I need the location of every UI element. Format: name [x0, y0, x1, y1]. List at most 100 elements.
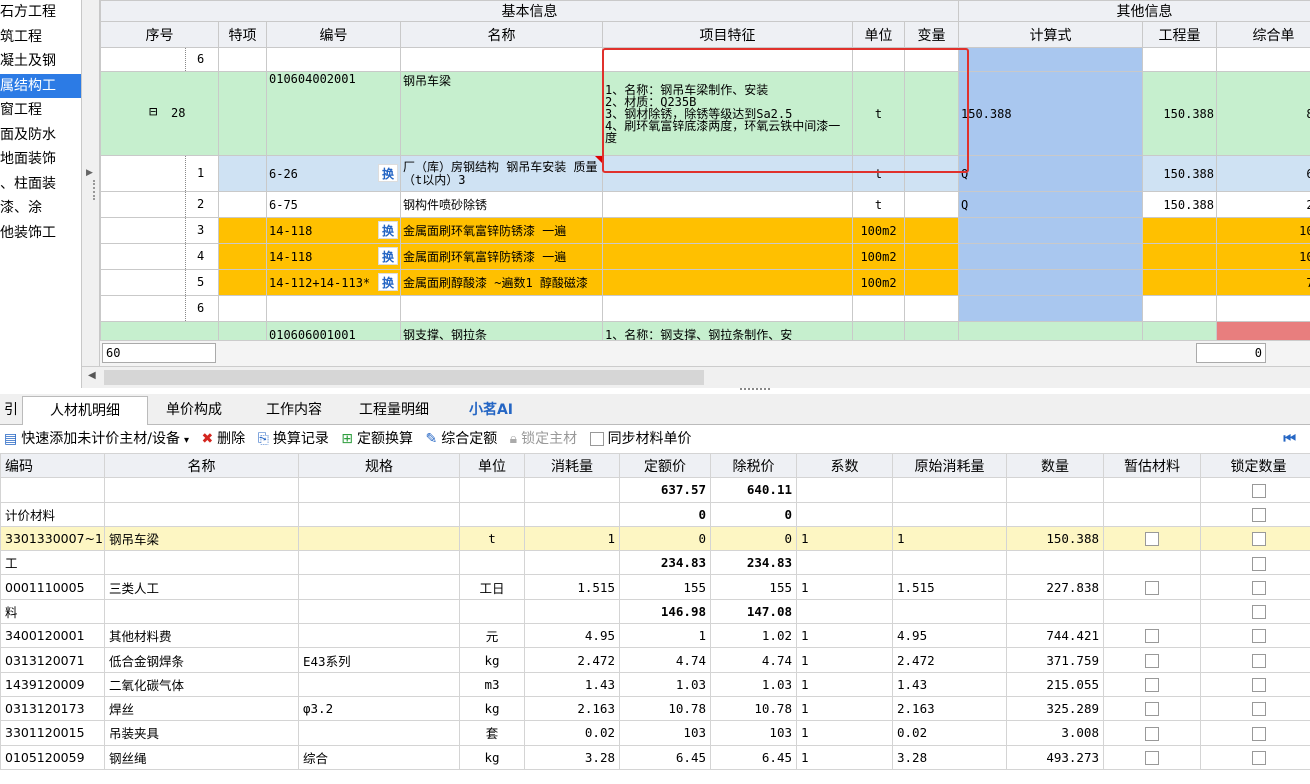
footer-count-input[interactable]: 60: [102, 343, 216, 363]
scroll-left-icon[interactable]: ◀: [88, 370, 96, 381]
resource-consume-cell[interactable]: 1.43: [524, 671, 620, 697]
tree-item[interactable]: 、柱面装: [0, 172, 81, 197]
resource-name-cell[interactable]: 钢吊车梁: [104, 525, 299, 552]
resource-quota-cell[interactable]: 146.98: [619, 598, 711, 625]
resource-qty-cell[interactable]: 215.055: [1006, 671, 1104, 697]
variable-cell[interactable]: [904, 243, 959, 270]
resource-consume-cell[interactable]: 3.28: [524, 744, 620, 770]
variable-cell[interactable]: [904, 155, 959, 192]
resource-quota-cell[interactable]: 637.57: [619, 477, 711, 503]
lock-qty-checkbox[interactable]: [1251, 750, 1266, 765]
seq-cell[interactable]: 3: [100, 217, 219, 244]
resource-quota-cell[interactable]: 0: [619, 525, 711, 552]
resource-notax-cell[interactable]: 4.74: [710, 647, 797, 673]
estimate-checkbox[interactable]: [1145, 653, 1159, 668]
resource-code-cell[interactable]: [0, 477, 105, 503]
delete-button[interactable]: 删除: [217, 431, 245, 447]
resource-quota-cell[interactable]: 1: [619, 623, 711, 649]
resource-coef-cell[interactable]: 1: [796, 574, 893, 600]
tree-item[interactable]: 他装饰工: [0, 221, 81, 246]
resource-coef-cell[interactable]: [796, 501, 893, 527]
resource-name-cell[interactable]: 二氧化碳气体: [104, 671, 299, 697]
seq-cell[interactable]: 6: [100, 295, 219, 322]
unit-cell[interactable]: 100m2: [852, 217, 905, 244]
resource-unit-cell[interactable]: 工日: [459, 574, 525, 600]
splitter-gutter[interactable]: ▶: [82, 0, 100, 388]
lock-qty-checkbox[interactable]: [1251, 605, 1266, 620]
resource-coef-cell[interactable]: 1: [796, 744, 893, 770]
resource-unit-cell[interactable]: [459, 501, 525, 527]
unit-cell[interactable]: t: [852, 155, 905, 192]
bill-row[interactable]: 4 14-118 换金属面刷环氧富锌防锈漆 一遍 100m2 1054: [100, 243, 1310, 270]
resource-unit-cell[interactable]: 元: [459, 623, 525, 649]
resource-name-cell[interactable]: 三类人工: [104, 574, 299, 600]
resource-orig-cell[interactable]: [892, 477, 1007, 503]
unit-price-cell[interactable]: 720: [1215, 269, 1310, 296]
lock-qty-checkbox[interactable]: [1251, 483, 1266, 498]
name-cell[interactable]: 钢构件喷砂除锈: [400, 191, 603, 218]
name-cell[interactable]: 金属面刷环氧富锌防锈漆 一遍: [400, 243, 603, 270]
lock-qty-checkbox[interactable]: [1251, 726, 1266, 741]
resource-code-cell[interactable]: 0105120059: [0, 744, 105, 770]
resource-col-header[interactable]: 原始消耗量: [892, 453, 1007, 479]
name-cell[interactable]: [400, 295, 603, 322]
resource-coef-cell[interactable]: 1: [796, 695, 893, 722]
resource-consume-cell[interactable]: 4.95: [524, 623, 620, 649]
resource-code-cell[interactable]: 3400120001: [0, 623, 105, 649]
resource-code-cell[interactable]: 0313120173: [0, 695, 105, 722]
resource-name-cell[interactable]: [104, 550, 299, 576]
resource-code-cell[interactable]: 3301120015: [0, 720, 105, 746]
resource-qty-cell[interactable]: [1006, 477, 1104, 503]
special-cell[interactable]: [218, 71, 267, 156]
resource-notax-cell[interactable]: 155: [710, 574, 797, 600]
resource-code-cell[interactable]: 1439120009: [0, 671, 105, 697]
resource-name-cell[interactable]: [104, 501, 299, 527]
resource-quota-cell[interactable]: 103: [619, 720, 711, 746]
quantity-cell[interactable]: [1142, 295, 1217, 322]
resource-unit-cell[interactable]: kg: [459, 647, 525, 673]
resource-quota-cell[interactable]: 6.45: [619, 744, 711, 770]
bill-row[interactable]: 3 14-118 换金属面刷环氧富锌防锈漆 一遍 100m2 1054: [100, 217, 1310, 244]
code-cell[interactable]: 14-112+14-113* 换: [266, 269, 401, 296]
resource-col-header[interactable]: 单位: [459, 453, 525, 479]
formula-cell[interactable]: [958, 243, 1143, 270]
feature-cell[interactable]: [602, 243, 853, 270]
resource-coef-cell[interactable]: [796, 550, 893, 576]
lock-main-button[interactable]: 锁定主材: [521, 431, 577, 447]
name-cell[interactable]: [400, 47, 603, 72]
resource-qty-cell[interactable]: [1006, 598, 1104, 625]
footer-qty-input[interactable]: 0: [1196, 343, 1266, 363]
unit-price-cell[interactable]: 640: [1215, 155, 1310, 192]
resource-notax-cell[interactable]: 640.11: [710, 477, 797, 503]
variable-cell[interactable]: [904, 47, 959, 72]
resource-spec-cell[interactable]: [298, 525, 460, 552]
tree-item[interactable]: 漆、涂: [0, 196, 81, 221]
quantity-cell[interactable]: [1142, 243, 1217, 270]
convert-record-button[interactable]: 换算记录: [273, 431, 329, 447]
resource-qty-cell[interactable]: 150.388: [1006, 525, 1104, 552]
tree-item[interactable]: 面及防水: [0, 123, 81, 148]
tree-item[interactable]: 属结构工: [0, 73, 81, 98]
resource-coef-cell[interactable]: [796, 477, 893, 503]
bill-row[interactable]: 2 6-75 钢构件喷砂除锈 t Q 150.388 230: [100, 191, 1310, 218]
unit-price-cell[interactable]: 1054: [1215, 217, 1310, 244]
estimate-checkbox[interactable]: [1145, 678, 1159, 693]
unit-price-cell[interactable]: [1215, 47, 1310, 72]
resource-name-cell[interactable]: 其他材料费: [104, 623, 299, 649]
resource-quota-cell[interactable]: 0: [619, 501, 711, 527]
lock-qty-checkbox[interactable]: [1251, 580, 1266, 595]
resource-quota-cell[interactable]: 4.74: [619, 647, 711, 673]
feature-cell[interactable]: [602, 217, 853, 244]
seq-cell[interactable]: 2: [100, 191, 219, 218]
resource-qty-cell[interactable]: 371.759: [1006, 647, 1104, 673]
bill-row[interactable]: 6: [100, 47, 1310, 72]
col-special-header[interactable]: 特项: [218, 21, 267, 48]
resource-coef-cell[interactable]: 1: [796, 525, 893, 552]
resource-consume-cell[interactable]: 0.02: [524, 720, 620, 746]
resource-quota-cell[interactable]: 155: [619, 574, 711, 600]
tab-1[interactable]: 人材机明细: [22, 396, 148, 425]
resource-quota-cell[interactable]: 10.78: [619, 695, 711, 722]
resource-consume-cell[interactable]: 1.515: [524, 574, 620, 600]
estimate-checkbox[interactable]: [1145, 629, 1159, 644]
resource-unit-cell[interactable]: [459, 598, 525, 625]
